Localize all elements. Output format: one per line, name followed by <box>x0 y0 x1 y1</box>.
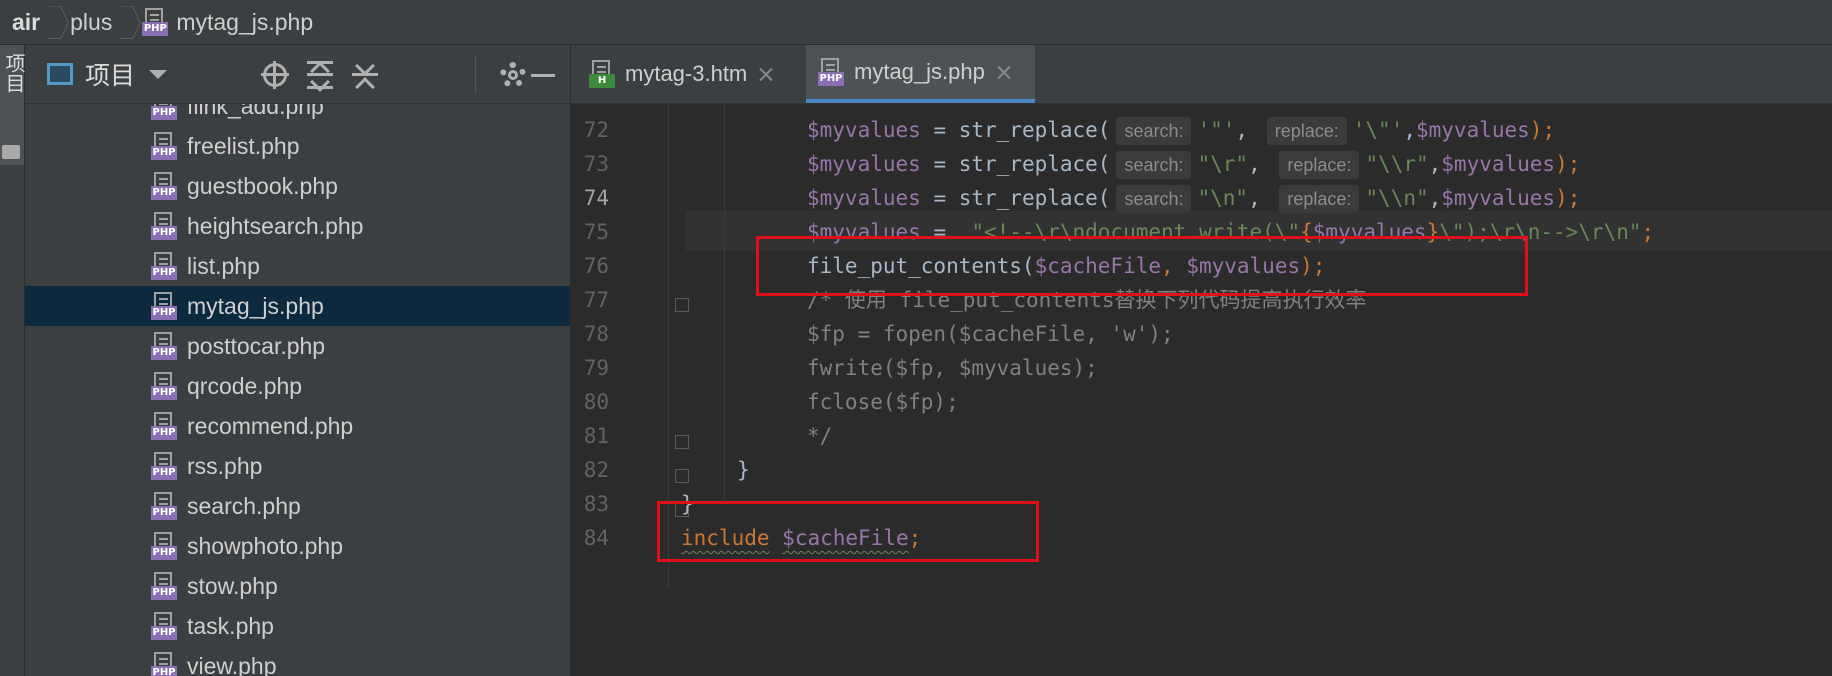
folder-icon <box>2 145 20 159</box>
tab-mytag-js-php[interactable]: PHP mytag_js.php <box>806 45 1035 103</box>
tool-window-strip: 项目 <box>0 45 25 676</box>
param-hint: search: <box>1116 185 1192 213</box>
code-editor: H mytag-3.htm PHP mytag_js.php 71 <box>571 45 1832 676</box>
tree-item-label: guestbook.php <box>187 172 338 199</box>
param-hint: replace: <box>1266 117 1347 145</box>
tree-item[interactable]: PHP task.php <box>25 606 570 646</box>
tree-item[interactable]: PHP freelist.php <box>25 126 570 166</box>
project-view-icon <box>47 63 73 85</box>
tree-item-label: rss.php <box>187 452 263 479</box>
project-tool-label: 项目 <box>2 53 24 93</box>
param-hint: search: <box>1116 151 1192 179</box>
tree-item-selected[interactable]: PHP mytag_js.php <box>25 286 570 326</box>
php-file-icon: PHP <box>818 58 844 86</box>
highlight-box-file-put-contents <box>756 236 1528 296</box>
tree-item-label: heightsearch.php <box>187 212 364 239</box>
chevron-down-icon[interactable] <box>149 69 168 79</box>
tree-item-label: posttocar.php <box>187 332 326 359</box>
html-file-icon: H <box>589 60 615 88</box>
project-panel: 项目 PHP flink_add.php PHP freelist.php PH… <box>25 45 571 676</box>
close-icon[interactable] <box>759 67 773 81</box>
php-file-icon: PHP <box>151 172 177 200</box>
php-file-icon: PHP <box>151 652 177 676</box>
php-file-icon: PHP <box>142 8 169 36</box>
php-file-icon: PHP <box>151 132 177 160</box>
file-tree: PHP flink_add.php PHP freelist.php PHP g… <box>25 104 570 676</box>
php-file-icon: PHP <box>151 372 177 400</box>
tree-item[interactable]: PHP showphoto.php <box>25 526 570 566</box>
tree-item-label: showphoto.php <box>187 532 344 559</box>
tree-item[interactable]: PHP stow.php <box>25 566 570 606</box>
tree-item[interactable]: PHP flink_add.php <box>25 104 570 126</box>
breadcrumb-item-air[interactable]: air <box>0 0 40 44</box>
project-panel-header: 项目 <box>25 45 570 104</box>
breadcrumb: air plus PHP mytag_js.php <box>0 0 1832 45</box>
breadcrumb-item-file[interactable]: PHP mytag_js.php <box>142 0 313 44</box>
tree-item[interactable]: PHP view.php <box>25 646 570 676</box>
tree-item-label: task.php <box>187 612 274 639</box>
locate-file-button[interactable] <box>259 59 291 91</box>
crosshair-icon <box>261 61 289 89</box>
param-hint: replace: <box>1279 151 1360 179</box>
tree-item-label: list.php <box>187 252 260 279</box>
tree-item-label: search.php <box>187 492 301 519</box>
tree-item-label: flink_add.php <box>187 104 324 119</box>
code-area[interactable]: 71 72 73 74 75 76 77 78 79 80 81 82 83 8… <box>571 104 1832 676</box>
highlight-box-include <box>657 501 1039 562</box>
tree-item[interactable]: PHP qrcode.php <box>25 366 570 406</box>
breadcrumb-item-plus[interactable]: plus <box>70 0 112 44</box>
tree-item[interactable]: PHP recommend.php <box>25 406 570 446</box>
tree-item-label: stow.php <box>187 572 278 599</box>
tree-item-label: view.php <box>187 652 277 676</box>
param-hint: replace: <box>1279 185 1360 213</box>
php-file-icon: PHP <box>151 452 177 480</box>
tree-item[interactable]: PHP rss.php <box>25 446 570 486</box>
code-line-81: */ <box>807 424 833 448</box>
php-file-icon: PHP <box>151 104 177 120</box>
tree-item[interactable]: PHP posttocar.php <box>25 326 570 366</box>
tree-item[interactable]: PHP search.php <box>25 486 570 526</box>
tab-mytag-3-htm[interactable]: H mytag-3.htm <box>589 45 804 103</box>
expand-all-icon <box>307 61 333 92</box>
indent-guide <box>724 104 725 504</box>
expand-all-button[interactable] <box>304 59 336 92</box>
gear-icon <box>500 62 526 88</box>
close-icon[interactable] <box>997 65 1011 79</box>
collapse-all-button[interactable] <box>349 56 381 97</box>
tree-item[interactable]: PHP heightsearch.php <box>25 206 570 246</box>
collapse-all-icon <box>352 56 378 97</box>
minimize-icon <box>531 73 555 77</box>
settings-button[interactable] <box>497 59 529 91</box>
tree-item[interactable]: PHP list.php <box>25 246 570 286</box>
fold-marker[interactable] <box>675 298 689 312</box>
breadcrumb-separator <box>120 0 134 44</box>
php-file-icon: PHP <box>151 572 177 600</box>
param-hint: search: <box>1116 117 1192 145</box>
hide-panel-button[interactable] <box>527 59 559 91</box>
toolbar-divider <box>475 55 476 93</box>
php-file-icon: PHP <box>151 492 177 520</box>
breadcrumb-separator <box>48 0 62 44</box>
php-file-icon: PHP <box>151 332 177 360</box>
code-line-82: } <box>737 458 750 482</box>
tree-item-label: recommend.php <box>187 412 354 439</box>
fold-marker[interactable] <box>675 435 689 449</box>
tree-item-label: freelist.php <box>187 132 300 159</box>
tab-label: mytag_js.php <box>854 59 985 84</box>
tab-label: mytag-3.htm <box>625 61 748 86</box>
php-file-icon: PHP <box>151 212 177 240</box>
php-file-icon: PHP <box>151 412 177 440</box>
tree-item-label: qrcode.php <box>187 372 303 399</box>
php-file-icon: PHP <box>151 252 177 280</box>
php-file-icon: PHP <box>151 612 177 640</box>
php-file-icon: PHP <box>151 292 177 320</box>
tree-item[interactable]: PHP guestbook.php <box>25 166 570 206</box>
php-file-icon: PHP <box>151 532 177 560</box>
breadcrumb-file-label: mytag_js.php <box>176 8 314 35</box>
ide-window: air plus PHP mytag_js.php 项目 项目 PHP flin… <box>0 0 1832 676</box>
tree-item-label: mytag_js.php <box>187 292 324 319</box>
editor-tab-bar: H mytag-3.htm PHP mytag_js.php <box>571 45 1832 104</box>
project-view-title[interactable]: 项目 <box>85 56 135 92</box>
fold-marker[interactable] <box>675 469 689 483</box>
